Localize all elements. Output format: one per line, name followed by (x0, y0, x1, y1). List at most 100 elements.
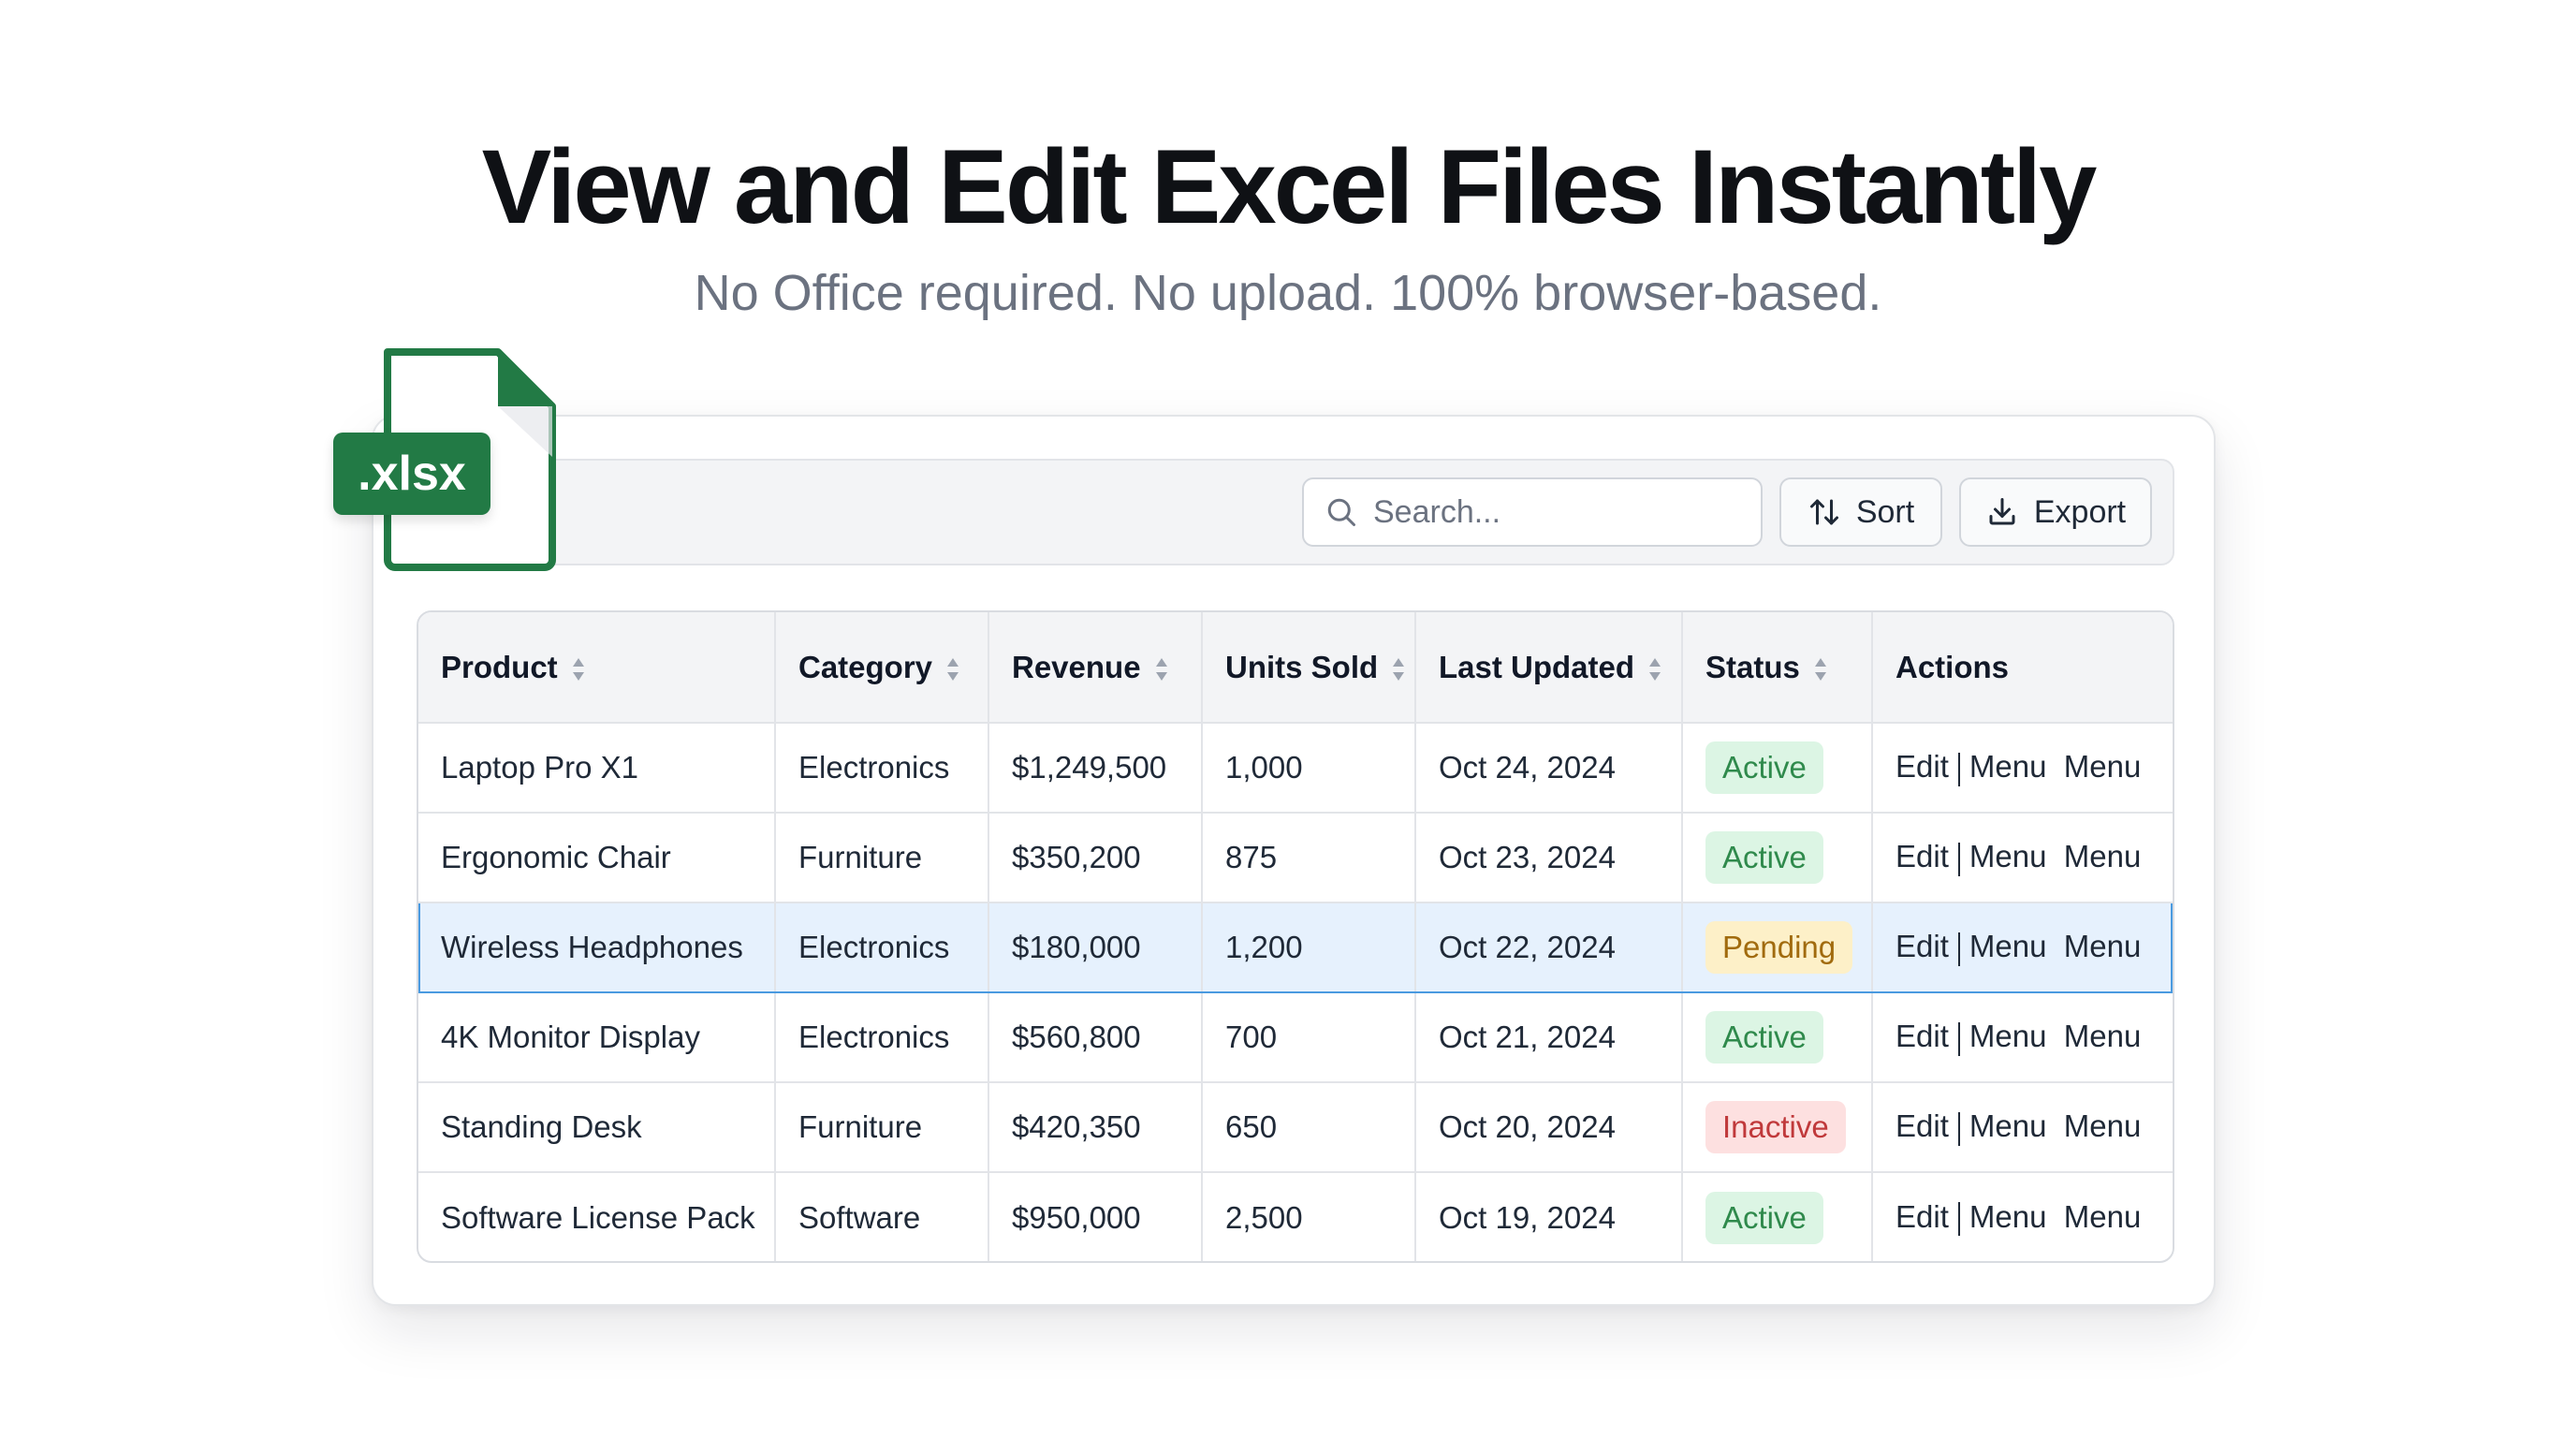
action-divider (1957, 842, 1960, 876)
cell-units-sold[interactable]: 875 (1202, 813, 1416, 903)
menu-action[interactable]: Menu (1969, 1108, 2047, 1143)
cell-last-updated[interactable]: Oct 22, 2024 (1415, 902, 1683, 993)
menu-action[interactable]: Menu (1969, 1019, 2047, 1053)
cell-revenue[interactable]: $180,000 (988, 902, 1203, 993)
cell-last-updated[interactable]: Oct 23, 2024 (1415, 813, 1683, 903)
cell-product[interactable]: Wireless Headphones (418, 902, 776, 993)
status-badge: Active (1705, 831, 1823, 884)
column-header-product[interactable]: Product (418, 612, 776, 724)
table-row[interactable]: Standing Desk Furniture $420,350 650 Oct… (418, 1082, 2173, 1173)
menu-action-secondary[interactable]: Menu (2064, 929, 2142, 963)
cell-units-sold[interactable]: 1,000 (1202, 723, 1416, 814)
column-header-revenue[interactable]: Revenue (988, 612, 1203, 724)
menu-action[interactable]: Menu (1969, 749, 2047, 784)
cell-last-updated[interactable]: Oct 21, 2024 (1415, 992, 1683, 1083)
page-title: View and Edit Excel Files Instantly (481, 128, 2098, 245)
status-badge: Pending (1705, 921, 1853, 974)
sort-button[interactable]: Sort (1779, 477, 1942, 547)
cell-actions: Edit Menu Menu (1872, 1172, 2173, 1261)
xlsx-file-label: .xlsx (333, 433, 490, 515)
menu-action[interactable]: Menu (1969, 839, 2047, 873)
cell-product[interactable]: Ergonomic Chair (418, 813, 776, 903)
table-row-selected[interactable]: Wireless Headphones Electronics $180,000… (418, 902, 2173, 993)
cell-revenue[interactable]: $350,200 (988, 813, 1203, 903)
cell-product[interactable]: Standing Desk (418, 1082, 776, 1173)
cell-product[interactable]: Software License Pack (418, 1172, 776, 1261)
sort-arrows-icon[interactable] (1154, 656, 1169, 682)
cell-status: Pending (1682, 902, 1873, 993)
edit-action[interactable]: Edit (1895, 839, 1949, 873)
cell-category[interactable]: Electronics (775, 992, 989, 1083)
column-header-units-sold[interactable]: Units Sold (1202, 612, 1416, 724)
table-row[interactable]: Laptop Pro X1 Electronics $1,249,500 1,0… (418, 723, 2173, 814)
sort-arrows-icon[interactable] (1813, 656, 1828, 682)
cell-product[interactable]: Laptop Pro X1 (418, 723, 776, 814)
menu-action-secondary[interactable]: Menu (2064, 1199, 2142, 1234)
menu-action[interactable]: Menu (1969, 929, 2047, 963)
cell-product[interactable]: 4K Monitor Display (418, 992, 776, 1083)
search-input[interactable] (1373, 493, 1729, 531)
edit-action[interactable]: Edit (1895, 1108, 1949, 1143)
cell-revenue[interactable]: $420,350 (988, 1082, 1203, 1173)
sort-arrows-icon[interactable] (571, 656, 586, 682)
table-row[interactable]: Ergonomic Chair Furniture $350,200 875 O… (418, 813, 2173, 903)
search-box[interactable] (1302, 477, 1763, 547)
sort-arrows-icon[interactable] (1647, 656, 1662, 682)
cell-status: Active (1682, 813, 1873, 903)
cell-category[interactable]: Electronics (775, 902, 989, 993)
status-badge: Inactive (1705, 1101, 1846, 1153)
edit-action[interactable]: Edit (1895, 929, 1949, 963)
action-divider (1957, 1111, 1960, 1146)
search-icon (1327, 498, 1355, 526)
export-button[interactable]: Export (1959, 477, 2152, 547)
table-row[interactable]: 4K Monitor Display Electronics $560,800 … (418, 992, 2173, 1083)
cell-last-updated[interactable]: Oct 20, 2024 (1415, 1082, 1683, 1173)
cell-revenue[interactable]: $1,249,500 (988, 723, 1203, 814)
table-row[interactable]: Software License Pack Software $950,000 … (418, 1172, 2173, 1261)
cell-revenue[interactable]: $560,800 (988, 992, 1203, 1083)
cell-units-sold[interactable]: 1,200 (1202, 902, 1416, 993)
spreadsheet-card: Sort Export Product Category (372, 415, 2216, 1306)
sort-icon (1809, 499, 1838, 525)
export-button-label: Export (2033, 493, 2127, 530)
cell-units-sold[interactable]: 2,500 (1202, 1172, 1416, 1261)
cell-status: Inactive (1682, 1082, 1873, 1173)
cell-units-sold[interactable]: 650 (1202, 1082, 1416, 1173)
toolbar: Sort Export (417, 459, 2174, 565)
cell-category[interactable]: Furniture (775, 813, 989, 903)
action-divider (1957, 752, 1960, 786)
cell-last-updated[interactable]: Oct 24, 2024 (1415, 723, 1683, 814)
cell-category[interactable]: Electronics (775, 723, 989, 814)
download-icon (1989, 498, 2015, 525)
cell-last-updated[interactable]: Oct 19, 2024 (1415, 1172, 1683, 1261)
edit-action[interactable]: Edit (1895, 1019, 1949, 1053)
xlsx-file-icon: .xlsx (333, 346, 558, 571)
cell-revenue[interactable]: $950,000 (988, 1172, 1203, 1261)
menu-action-secondary[interactable]: Menu (2064, 1019, 2142, 1053)
cell-status: Active (1682, 1172, 1873, 1261)
cell-units-sold[interactable]: 700 (1202, 992, 1416, 1083)
menu-action[interactable]: Menu (1969, 1199, 2047, 1234)
page-subtitle: No Office required. No upload. 100% brow… (694, 265, 1882, 321)
action-divider (1957, 1021, 1960, 1056)
menu-action-secondary[interactable]: Menu (2064, 839, 2142, 873)
cell-actions: Edit Menu Menu (1872, 813, 2173, 903)
cell-actions: Edit Menu Menu (1872, 902, 2173, 993)
edit-action[interactable]: Edit (1895, 749, 1949, 784)
menu-action-secondary[interactable]: Menu (2064, 1108, 2142, 1143)
cell-category[interactable]: Furniture (775, 1082, 989, 1173)
cell-actions: Edit Menu Menu (1872, 1082, 2173, 1173)
cell-category[interactable]: Software (775, 1172, 989, 1261)
edit-action[interactable]: Edit (1895, 1199, 1949, 1234)
column-header-status[interactable]: Status (1682, 612, 1873, 724)
sort-arrows-icon[interactable] (945, 656, 960, 682)
sort-button-label: Sort (1855, 493, 1915, 530)
action-divider (1957, 932, 1960, 966)
sort-arrows-icon[interactable] (1391, 656, 1406, 682)
column-header-last-updated[interactable]: Last Updated (1415, 612, 1683, 724)
column-header-actions: Actions (1872, 612, 2173, 724)
column-header-category[interactable]: Category (775, 612, 989, 724)
menu-action-secondary[interactable]: Menu (2064, 749, 2142, 784)
status-badge: Active (1705, 1191, 1823, 1244)
page: View and Edit Excel Files Instantly No O… (0, 0, 2576, 1438)
